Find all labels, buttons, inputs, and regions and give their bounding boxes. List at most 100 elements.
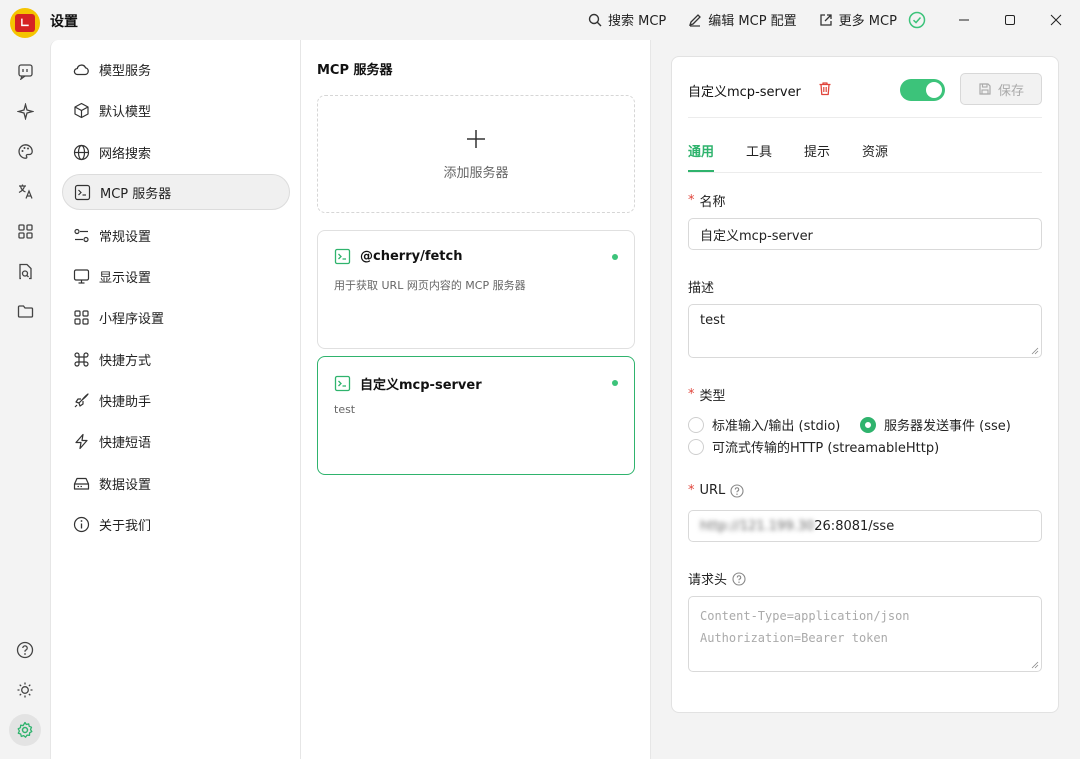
nav-item-quick-assistant[interactable]: 快捷助手 [62,382,290,418]
help-icon[interactable] [730,483,744,498]
folder-icon[interactable] [15,301,35,321]
search-mcp-button[interactable]: 搜索 MCP [588,10,666,29]
save-label: 保存 [997,83,1024,99]
detail-tabs: 通用 工具 提示 资源 [688,141,888,172]
nav-item-label: 快捷助手 [99,394,152,410]
type-option-sse[interactable]: 服务器发送事件 (sse) [860,415,1011,434]
type-option-stdio[interactable]: 标准输入/输出 (stdio) [688,415,840,434]
add-server-button[interactable]: 添加服务器 [317,95,635,213]
nav-item-label: 网络搜索 [99,146,152,162]
search-icon [588,13,602,27]
zap-icon [72,432,90,450]
url-visible-part: 26:8081/sse [814,518,895,534]
headers-field[interactable]: Content-Type=application/json Authorizat… [688,596,1042,672]
resize-grip-icon[interactable] [1031,347,1039,355]
server-description: 用于获取 URL 网页内容的 MCP 服务器 [334,279,526,292]
status-check-icon [908,11,926,29]
nav-item-label: MCP 服务器 [100,186,172,202]
tabs-divider [688,172,1042,173]
chat-icon[interactable] [15,61,35,81]
nav-item-display-settings[interactable]: 显示设置 [62,258,290,294]
nav-item-about[interactable]: 关于我们 [62,506,290,542]
resize-grip-icon[interactable] [1031,661,1039,669]
nav-item-default-model[interactable]: 默认模型 [62,92,290,128]
terminal-icon [334,248,351,265]
sliders-icon [72,226,90,244]
nav-item-data-settings[interactable]: 数据设置 [62,465,290,501]
required-mark: * [688,387,695,402]
file-search-icon[interactable] [15,261,35,281]
edit-mcp-config-button[interactable]: 编辑 MCP 配置 [688,10,797,29]
url-field[interactable]: http://121.199.30 26:8081/sse [688,510,1042,542]
nav-item-label: 模型服务 [99,63,152,79]
add-server-label: 添加服务器 [443,165,509,181]
settings-gear-icon[interactable] [9,714,41,746]
description-label: 描述 [688,281,715,296]
apps-grid-icon[interactable] [15,221,35,241]
nav-item-general-settings[interactable]: 常规设置 [62,217,290,253]
headers-placeholder-line2: Authorization=Bearer token [700,631,888,645]
monitor-icon [72,267,90,285]
hard-drive-icon [72,474,90,492]
nav-item-label: 数据设置 [99,477,152,493]
settings-nav: 模型服务 默认模型 网络搜索 MCP 服务器 常规设置 显示设置 小程序设置 快… [50,40,301,759]
server-enable-toggle[interactable] [900,79,945,101]
headers-placeholder-line1: Content-Type=application/json [700,609,910,623]
tab-tools[interactable]: 工具 [746,141,772,172]
translate-icon[interactable] [15,181,35,201]
save-button[interactable]: 保存 [960,73,1042,105]
server-card-custom[interactable]: 自定义mcp-server test [317,356,635,475]
radio-button-selected[interactable] [860,416,876,433]
trash-icon[interactable] [818,81,832,96]
nav-item-model-service[interactable]: 模型服务 [62,51,290,87]
window-title: 设置 [50,14,78,30]
name-field[interactable]: 自定义mcp-server [688,218,1042,250]
save-icon [978,82,992,96]
help-icon[interactable] [732,571,746,586]
description-field[interactable]: test [688,304,1042,358]
nav-item-miniapp-settings[interactable]: 小程序设置 [62,299,290,335]
nav-item-shortcuts[interactable]: 快捷方式 [62,341,290,377]
panel-title: MCP 服务器 [317,63,393,78]
icon-rail [0,40,50,759]
server-detail-panel: 自定义mcp-server 保存 通用 工具 提示 资源 * 名称 自定义mcp… [671,56,1059,713]
title-actions: 搜索 MCP 编辑 MCP 配置 更多 MCP [588,10,897,29]
plus-icon [465,128,487,150]
sun-icon[interactable] [15,680,35,700]
nav-item-label: 常规设置 [99,229,152,245]
radio-button[interactable] [688,438,704,455]
palette-icon[interactable] [15,141,35,161]
type-option-streamable-http[interactable]: 可流式传输的HTTP (streamableHttp) [688,437,939,456]
active-status-dot [612,254,618,260]
server-name: 自定义mcp-server [360,378,482,393]
radio-button[interactable] [688,416,704,433]
cube-icon [72,101,90,119]
nav-item-quick-phrases[interactable]: 快捷短语 [62,423,290,459]
cloud-icon [72,60,90,78]
nav-item-web-search[interactable]: 网络搜索 [62,134,290,170]
divider [688,117,1042,118]
minimize-button[interactable] [944,6,984,34]
nav-item-label: 关于我们 [99,518,152,534]
name-label: * 名称 [688,193,726,210]
nav-item-label: 默认模型 [99,104,152,120]
server-card-fetch[interactable]: @cherry/fetch 用于获取 URL 网页内容的 MCP 服务器 [317,230,635,349]
url-label: * URL [688,483,744,498]
close-button[interactable] [1036,6,1076,34]
tab-resources[interactable]: 资源 [862,141,888,172]
help-icon[interactable] [15,640,35,660]
globe-icon [72,143,90,161]
rocket-icon [72,391,90,409]
command-icon [72,350,90,368]
sparkle-icon[interactable] [15,101,35,121]
nav-item-mcp-servers[interactable]: MCP 服务器 [62,174,290,210]
app-logo: ∟ [10,8,40,38]
tab-prompts[interactable]: 提示 [804,141,830,172]
server-description: test [334,403,356,416]
nav-item-label: 显示设置 [99,270,152,286]
maximize-button[interactable] [990,6,1030,34]
tab-general[interactable]: 通用 [688,141,715,172]
url-obscured-part: http://121.199.30 [700,518,815,534]
more-mcp-button[interactable]: 更多 MCP [819,10,897,29]
terminal-icon [73,183,91,201]
